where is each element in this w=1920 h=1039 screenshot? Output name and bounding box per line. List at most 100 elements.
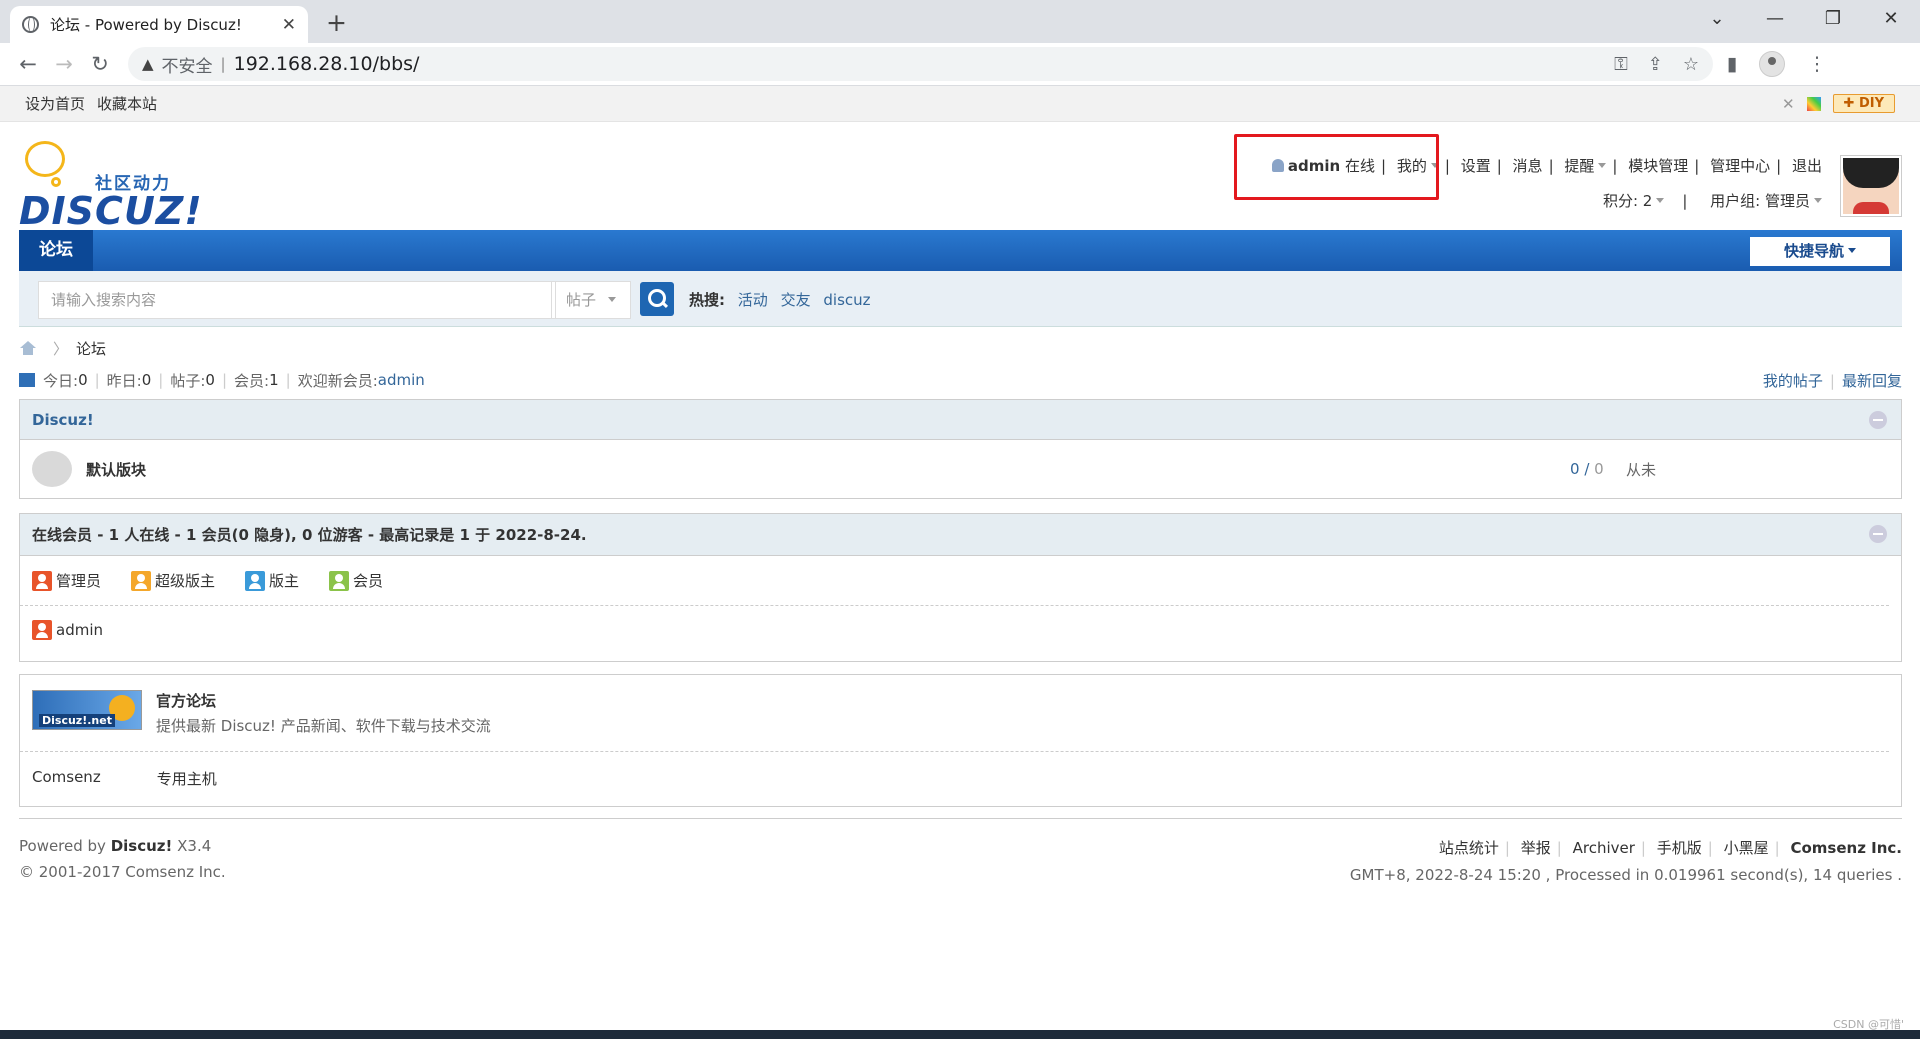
search-type-select[interactable]: 帖子 <box>555 281 631 319</box>
menu-icon[interactable]: ⋮ <box>1807 53 1826 75</box>
settings-link[interactable]: 设置 <box>1461 157 1491 175</box>
banner-label: Discuz!.net <box>39 714 115 727</box>
tab-title: 论坛 - Powered by Discuz! <box>50 16 242 34</box>
fullscreen-icon[interactable]: ✕ <box>1782 95 1795 113</box>
url-separator: | <box>220 55 226 73</box>
group-label: 超级版主 <box>155 572 216 590</box>
text-link[interactable]: Comsenz <box>32 768 101 789</box>
admin-center-link[interactable]: 管理中心 <box>1710 157 1770 175</box>
new-tab-button[interactable]: + <box>326 8 347 37</box>
reminders-link[interactable]: 提醒 <box>1564 157 1594 175</box>
block-admin-link[interactable]: 模块管理 <box>1628 157 1688 175</box>
post-count: 0 <box>1594 460 1604 478</box>
nav-forum[interactable]: 论坛 <box>19 230 93 271</box>
forum-name-link[interactable]: 默认版块 <box>86 459 146 480</box>
today-label: 今日: <box>43 371 79 390</box>
set-homepage-link[interactable]: 设为首页 <box>25 93 85 114</box>
discuz-logo[interactable]: 社区动力 DISCUZ! <box>19 141 202 233</box>
profile-icon[interactable] <box>1759 51 1786 77</box>
tab-search-icon[interactable]: ⌄ <box>1688 0 1746 43</box>
bookmark-link[interactable]: 收藏本站 <box>97 93 157 114</box>
browser-tab[interactable]: 论坛 - Powered by Discuz! ✕ <box>10 6 308 43</box>
search-placeholder[interactable]: 请输入搜索内容 <box>39 282 552 318</box>
friend-links: Discuz!.net 官方论坛 提供最新 Discuz! 产品新闻、软件下载与… <box>19 674 1902 807</box>
share-icon[interactable]: ⇪ <box>1648 54 1663 75</box>
footer-link[interactable]: 小黑屋 <box>1724 839 1769 857</box>
forum-stats: 今日: 0 | 昨日: 0 | 帖子: 0 | 会员: 1 | 欢迎新会员: admin… <box>19 368 1902 392</box>
members-label: 会员: <box>234 371 270 390</box>
group-label: 版主 <box>269 572 300 590</box>
hot-search: 热搜: 活动 交友 discuz <box>689 289 871 310</box>
yesterday-label: 昨日: <box>106 371 142 390</box>
diy-button[interactable]: ✚ DIY <box>1832 94 1895 113</box>
hot-search-item[interactable]: 交友 <box>781 291 811 309</box>
search-input[interactable]: 请输入搜索内容 <box>38 281 556 319</box>
omnibox[interactable]: ▲ 不安全 | 192.168.28.10/bbs/ ⚿ ⇪ ☆ <box>128 47 1713 81</box>
search-button[interactable] <box>640 282 674 316</box>
breadcrumb: 〉 论坛 <box>19 336 1902 360</box>
back-icon[interactable]: ← <box>10 52 46 76</box>
online-title[interactable]: 在线会员 - 1 人在线 - 1 会员(0 隐身), 0 位游客 - 最高记录是… <box>32 526 587 544</box>
processed-info: GMT+8, 2022-8-24 15:20 , Processed in 0.… <box>1349 866 1902 884</box>
style-icon[interactable] <box>1806 96 1821 111</box>
forum-category: Discuz! 默认版块 0 / 0 从未 <box>19 399 1902 499</box>
group-label: 管理员 <box>56 572 102 590</box>
footer-link[interactable]: 手机版 <box>1657 839 1702 857</box>
breadcrumb-current[interactable]: 论坛 <box>76 338 106 359</box>
star-icon[interactable]: ☆ <box>1683 54 1699 75</box>
online-user-link[interactable]: admin <box>56 621 103 639</box>
maximize-button[interactable]: ❐ <box>1804 0 1862 43</box>
my-posts-link[interactable]: 我的帖子 <box>1763 372 1823 390</box>
url-text[interactable]: 192.168.28.10/bbs/ <box>234 53 420 75</box>
quick-nav-label: 快捷导航 <box>1783 242 1844 260</box>
collapse-icon[interactable] <box>1869 525 1887 543</box>
home-icon[interactable] <box>19 341 37 355</box>
forward-icon[interactable]: → <box>46 52 82 76</box>
browser-tab-bar: 论坛 - Powered by Discuz! ✕ + ⌄ — ❐ ✕ <box>0 0 1920 43</box>
members-value: 1 <box>269 371 279 389</box>
minimize-button[interactable]: — <box>1746 0 1804 43</box>
official-forum-link[interactable]: 官方论坛 <box>156 692 216 710</box>
tab-close-icon[interactable]: ✕ <box>282 15 296 35</box>
key-icon[interactable]: ⚿ <box>1614 54 1628 75</box>
footer: Powered by Discuz! X3.4 © 2001-2017 Coms… <box>19 818 1902 893</box>
warning-icon[interactable]: ▲ <box>142 55 154 73</box>
hot-search-item[interactable]: 活动 <box>738 291 768 309</box>
admin-group-icon <box>32 570 52 591</box>
posts-label: 帖子: <box>170 371 206 390</box>
footer-link[interactable]: 站点统计 <box>1439 839 1499 857</box>
text-links: Comsenz 专用主机 <box>20 752 1901 805</box>
newest-member-link[interactable]: admin <box>378 371 425 389</box>
discuz-net-banner[interactable]: Discuz!.net <box>32 690 142 730</box>
company-link[interactable]: Comsenz Inc. <box>1790 839 1902 857</box>
welcome-label: 欢迎新会员: <box>297 371 378 390</box>
credits-link[interactable]: 积分: 2 <box>1603 192 1652 210</box>
latest-replies-link[interactable]: 最新回复 <box>1842 372 1902 390</box>
admin-user-icon <box>32 620 52 640</box>
super-mod-group-icon <box>131 570 152 591</box>
footer-link[interactable]: 举报 <box>1521 839 1551 857</box>
hot-search-item[interactable]: discuz <box>823 291 870 309</box>
breadcrumb-separator: 〉 <box>53 339 69 358</box>
official-forum-desc: 提供最新 Discuz! 产品新闻、软件下载与技术交流 <box>156 717 491 735</box>
powered-brand[interactable]: Discuz! <box>111 837 173 855</box>
close-window-button[interactable]: ✕ <box>1862 0 1920 43</box>
text-link[interactable]: 专用主机 <box>157 768 217 789</box>
forum-icon[interactable] <box>32 451 72 487</box>
reload-icon[interactable]: ↻ <box>82 52 118 76</box>
version: X3.4 <box>172 837 212 855</box>
posts-value: 0 <box>205 371 215 389</box>
avatar[interactable] <box>1840 155 1902 217</box>
footer-link[interactable]: Archiver <box>1573 839 1635 857</box>
usergroup-link[interactable]: 用户组: 管理员 <box>1710 192 1810 210</box>
search-type-label: 帖子 <box>566 291 597 309</box>
quick-nav-button[interactable]: 快捷导航 <box>1750 237 1890 266</box>
category-link[interactable]: Discuz! <box>32 411 94 429</box>
logout-link[interactable]: 退出 <box>1792 157 1822 175</box>
forum-counts: 0 / 0 <box>1570 460 1604 478</box>
chevron-down-icon <box>1598 163 1607 168</box>
collapse-icon[interactable] <box>1869 411 1887 429</box>
insecure-label[interactable]: 不安全 <box>162 52 213 77</box>
messages-link[interactable]: 消息 <box>1513 157 1543 175</box>
sidebar-icon[interactable]: ▮ <box>1727 53 1737 75</box>
